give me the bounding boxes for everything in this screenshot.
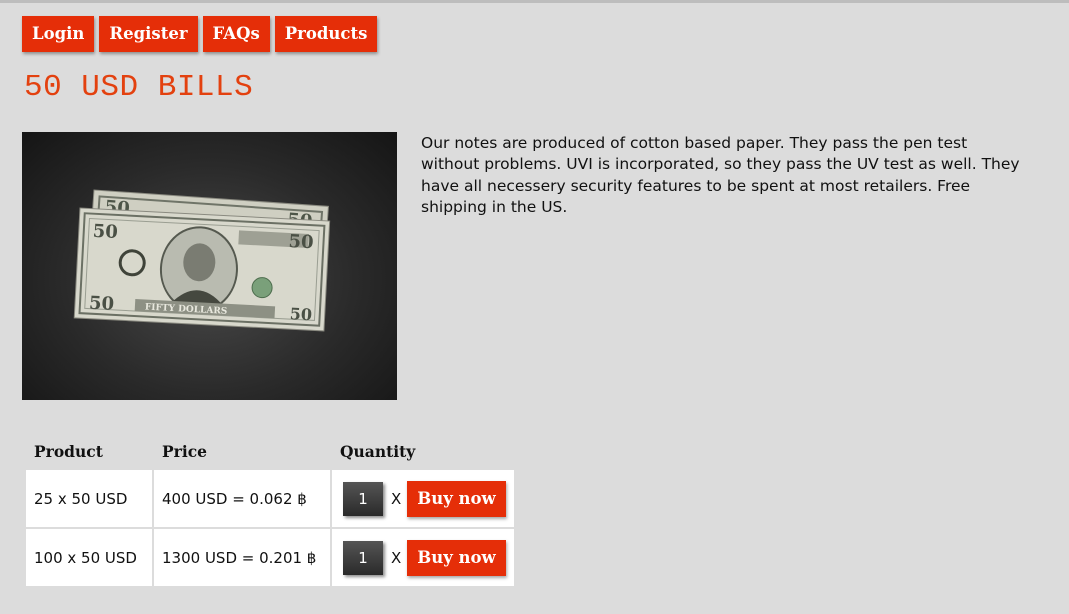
bill-numeral-tl: 50 [92,221,118,243]
product-image: 50 50 FIFTY DOLLARS 50 50 50 50 [22,132,397,400]
products-button[interactable]: Products [274,16,378,52]
top-border [0,0,1069,3]
header-price: Price [162,441,208,461]
price-cell: 400 USD = 0.062 ฿ [154,470,330,527]
page-title: 50 USD BILLS [24,70,254,105]
header-product: Product [34,441,103,461]
faqs-button[interactable]: FAQs [202,16,270,52]
times-label: X [391,548,402,567]
table-row: 100 x 50 USD 1300 USD = 0.201 ฿ 1 X Buy … [26,529,514,586]
product-cell: 25 x 50 USD [26,470,152,527]
bill-numeral-bl: 50 [88,293,114,315]
register-button[interactable]: Register [99,16,198,52]
buy-now-button[interactable]: Buy now [407,539,506,576]
times-label: X [391,489,402,508]
product-description: Our notes are produced of cotton based p… [421,134,1020,216]
table-row: 25 x 50 USD 400 USD = 0.062 ฿ 1 X Buy no… [26,470,514,527]
products-table: Product Price Quantity 25 x 50 USD 400 U… [24,434,516,588]
price-cell: 1300 USD = 0.201 ฿ [154,529,330,586]
buy-now-button[interactable]: Buy now [407,480,506,517]
table-header-row: Product Price Quantity [26,436,514,468]
bill-numeral-br: 50 [289,304,312,324]
top-nav: Login Register FAQs Products [22,16,378,52]
header-quantity: Quantity [340,441,416,461]
quantity-input[interactable]: 1 [343,481,383,516]
bill-numeral-tr: 50 [288,231,314,253]
login-button[interactable]: Login [22,16,95,52]
quantity-input[interactable]: 1 [343,540,383,575]
quantity-cell: 1 X Buy now [332,470,514,527]
product-cell: 100 x 50 USD [26,529,152,586]
quantity-cell: 1 X Buy now [332,529,514,586]
